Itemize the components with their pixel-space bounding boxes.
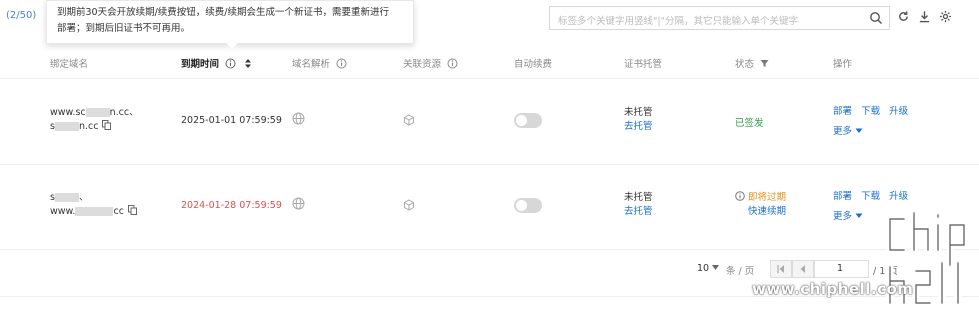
status-issued: 已签发 <box>735 118 764 129</box>
prev-page-icon <box>800 265 805 273</box>
hosting-cell: 未托管 去托管 <box>624 106 653 134</box>
hosting-status: 未托管 <box>624 107 653 118</box>
download-button[interactable]: 下载 <box>861 191 880 202</box>
domain-text: www. <box>50 206 76 217</box>
col-dns-label: 域名解析 <box>292 59 331 70</box>
hosting-cell: 未托管 去托管 <box>624 191 653 219</box>
download-icon[interactable] <box>918 10 931 23</box>
domain-text: cc <box>113 206 124 217</box>
col-actions: 操作 <box>833 59 853 70</box>
expiry-date: 2024-01-28 07:59:59 <box>181 200 282 211</box>
expiry-date: 2025-01-01 07:59:59 <box>181 115 282 126</box>
globe-icon <box>292 197 305 210</box>
warning-info-icon <box>735 191 745 201</box>
info-icon[interactable] <box>336 58 347 69</box>
tooltip-line-2: 部署；到期后旧证书不可再用。 <box>57 23 191 34</box>
col-resource: 关联资源 <box>403 56 458 70</box>
toggle-knob <box>516 115 527 126</box>
auto-renew-toggle[interactable] <box>514 198 542 213</box>
auto-renew-toggle[interactable] <box>514 113 542 128</box>
page-number-input[interactable]: 1 <box>814 260 869 278</box>
more-label: 更多 <box>833 126 853 137</box>
deploy-button[interactable]: 部署 <box>833 106 852 117</box>
caret-down-icon <box>855 213 863 218</box>
quick-renew-link[interactable]: 快速续期 <box>735 205 786 219</box>
col-domain: 绑定域名 <box>50 59 89 70</box>
caret-down-icon <box>712 265 720 270</box>
filter-icon[interactable] <box>760 59 769 68</box>
first-page-button[interactable] <box>770 260 792 278</box>
cube-icon <box>404 114 414 126</box>
cube-icon <box>404 199 414 211</box>
more-label: 更多 <box>833 211 853 222</box>
pagination: 10 条 / 页 1 / 1 页 <box>0 258 979 282</box>
status-cell: 即将过期 快速续期 <box>735 191 786 219</box>
first-page-icon <box>777 265 784 273</box>
page-size-value: 10 <box>697 263 710 274</box>
table-row: s、 www. cc 2024-01-28 07:59:59 未托管 去托管 即将… <box>0 164 979 250</box>
domain-text: n.cc <box>78 121 99 132</box>
renewal-tooltip: 到期前30天会开放续期/续费按钮，续费/续期会生成一个新证书，需要重新进行 部署… <box>46 0 414 44</box>
tooltip-arrow <box>226 43 238 49</box>
col-expiry-label: 到期时间 <box>181 59 220 70</box>
deploy-button[interactable]: 部署 <box>833 191 852 202</box>
redacted-mask <box>54 193 79 202</box>
domain-cell: s、 www. cc <box>50 191 137 219</box>
settings-gear-icon[interactable] <box>939 10 952 23</box>
watermark-text: www.chiphell.com <box>752 280 914 298</box>
redacted-mask <box>54 122 79 131</box>
redacted-mask <box>75 207 114 216</box>
sort-icon[interactable] <box>244 58 252 69</box>
domain-cell: www.sc n.cc、 s n.cc <box>50 106 139 134</box>
status-expiring: 即将过期 <box>748 192 787 203</box>
col-expiry[interactable]: 到期时间 <box>181 56 252 70</box>
col-status[interactable]: 状态 <box>735 56 769 70</box>
globe-icon <box>292 112 305 125</box>
hosting-status: 未托管 <box>624 192 653 203</box>
col-status-label: 状态 <box>735 59 755 70</box>
upgrade-button[interactable]: 升级 <box>889 106 908 117</box>
col-auto-renew: 自动续费 <box>514 59 553 70</box>
domain-text: n.cc、 <box>109 107 139 118</box>
page-size-select[interactable]: 10 <box>697 263 720 274</box>
selection-count: (2/50) <box>6 10 37 21</box>
refresh-icon[interactable] <box>897 10 910 23</box>
search-icon[interactable] <box>869 11 883 25</box>
actions-cell: 部署 下载 升级 更多 <box>833 102 908 142</box>
info-icon[interactable] <box>225 58 236 69</box>
current-page: 1 <box>837 263 844 274</box>
info-icon[interactable] <box>447 58 458 69</box>
tooltip-line-1: 到期前30天会开放续期/续费按钮，续费/续期会生成一个新证书，需要重新进行 <box>57 7 389 18</box>
col-hosting: 证书托管 <box>624 59 663 70</box>
col-dns: 域名解析 <box>292 56 347 70</box>
more-dropdown[interactable]: 更多 <box>833 122 908 142</box>
caret-down-icon <box>855 128 863 133</box>
domain-text: 、 <box>78 192 89 203</box>
search-input[interactable]: 标签多个关键字用竖线"|"分隔，其它只能输入单个关键字 <box>549 6 890 30</box>
go-hosting-link[interactable]: 去托管 <box>624 205 653 219</box>
copy-icon[interactable] <box>102 120 112 130</box>
upgrade-button[interactable]: 升级 <box>889 191 908 202</box>
domain-text: www.sc <box>50 107 86 118</box>
table-header: 绑定域名 到期时间 域名解析 关联资源 自动续费 证书托管 状态 操作 <box>0 46 979 79</box>
per-page-label: 条 / 页 <box>726 266 755 277</box>
search-placeholder: 标签多个关键字用竖线"|"分隔，其它只能输入单个关键字 <box>558 16 798 27</box>
redacted-mask <box>85 108 110 117</box>
table-row: www.sc n.cc、 s n.cc 2025-01-01 07:59:59 未托… <box>0 79 979 165</box>
toggle-knob <box>516 200 527 211</box>
go-hosting-link[interactable]: 去托管 <box>624 120 653 134</box>
prev-page-button[interactable] <box>792 260 814 278</box>
chiphell-logo <box>886 209 968 307</box>
copy-icon[interactable] <box>127 205 137 215</box>
col-resource-label: 关联资源 <box>403 59 442 70</box>
download-button[interactable]: 下载 <box>861 106 880 117</box>
